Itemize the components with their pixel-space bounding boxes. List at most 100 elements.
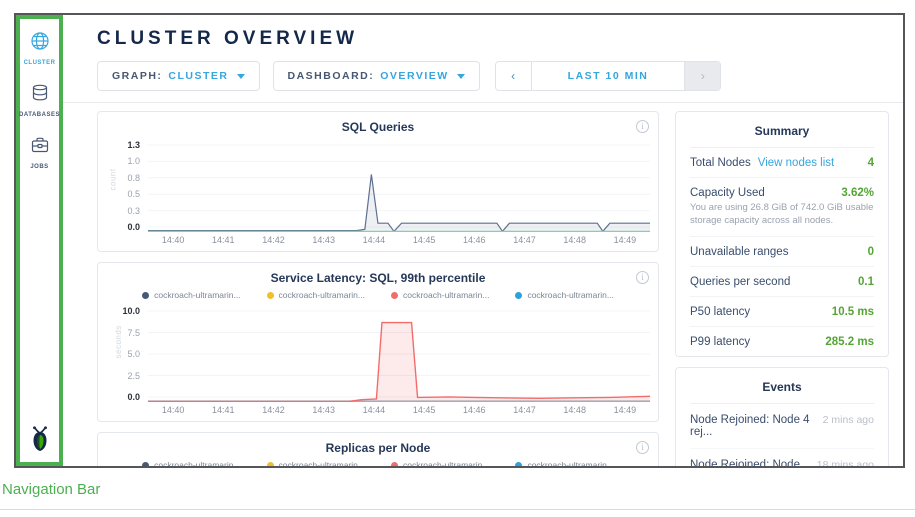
- right-column: Summary Total Nodes View nodes list 4 Ca…: [675, 111, 889, 466]
- legend-item[interactable]: cockroach-ultramarin...: [142, 460, 240, 466]
- sidebar-item-label: DATABASES: [19, 112, 60, 118]
- x-axis: 14:4014:4114:4214:4314:4414:4514:4614:47…: [148, 232, 650, 247]
- legend-dot-icon: [391, 292, 398, 299]
- x-tick-label: 14:46: [463, 235, 486, 245]
- p99-latency-value: 285.2 ms: [825, 336, 874, 348]
- info-icon[interactable]: i: [636, 120, 649, 133]
- x-tick-label: 14:40: [162, 405, 185, 415]
- x-tick-label: 14:47: [513, 405, 536, 415]
- legend-item[interactable]: cockroach-ultramarin...: [515, 290, 613, 300]
- legend-dot-icon: [142, 292, 149, 299]
- legend-item[interactable]: cockroach-ultramarin...: [267, 290, 365, 300]
- x-tick-label: 14:45: [413, 405, 436, 415]
- event-time: 2 mins ago: [823, 414, 874, 426]
- info-icon[interactable]: i: [636, 441, 649, 454]
- navigation-bar: CLUSTER DATABASES: [16, 15, 63, 466]
- unavailable-ranges-value: 0: [868, 246, 874, 258]
- p99-latency-label: P99 latency: [690, 336, 750, 348]
- chart-sql-queries: SQL Queriesicount1.31.00.80.50.30.014:40…: [97, 111, 659, 252]
- x-tick-label: 14:49: [614, 405, 637, 415]
- event-row[interactable]: Node Rejoined: Node 4 rej... 2 mins ago: [690, 404, 874, 449]
- legend-label: cockroach-ultramarin...: [527, 460, 613, 466]
- chart-title: Service Latency: SQL, 99th percentile: [106, 271, 650, 285]
- time-range-label[interactable]: LAST 10 MIN: [532, 62, 685, 90]
- x-tick-label: 14:40: [162, 235, 185, 245]
- legend-dot-icon: [391, 462, 398, 467]
- sidebar-item-databases[interactable]: DATABASES: [19, 83, 60, 118]
- capacity-subtext: You are using 26.8 GiB of 742.0 GiB usab…: [690, 202, 874, 228]
- x-tick-label: 14:42: [262, 405, 285, 415]
- y-axis: count1.31.00.80.50.30.0: [106, 140, 148, 232]
- legend-dot-icon: [267, 462, 274, 467]
- summary-row-qps: Queries per second 0.1: [690, 267, 874, 297]
- legend-item[interactable]: cockroach-ultramarin...: [267, 460, 365, 466]
- x-tick-label: 14:49: [614, 235, 637, 245]
- x-tick-label: 14:47: [513, 235, 536, 245]
- x-tick-label: 14:42: [262, 235, 285, 245]
- y-tick-label: 7.5: [127, 328, 140, 338]
- chart-service-latency: Service Latency: SQL, 99th percentilei co…: [97, 262, 659, 422]
- summary-row-p50: P50 latency 10.5 ms: [690, 297, 874, 327]
- y-axis-label: seconds: [114, 325, 123, 358]
- legend-item[interactable]: cockroach-ultramarin...: [391, 290, 489, 300]
- dashboard-dropdown[interactable]: DASHBOARD: OVERVIEW: [273, 61, 480, 91]
- legend-label: cockroach-ultramarin...: [279, 460, 365, 466]
- sidebar-item-cluster[interactable]: CLUSTER: [24, 31, 56, 66]
- event-text: Node Rejoined: Node 4 rej...: [690, 414, 815, 438]
- x-tick-label: 14:48: [563, 235, 586, 245]
- x-tick-label: 14:43: [312, 235, 335, 245]
- legend-label: cockroach-ultramarin...: [527, 290, 613, 300]
- bottom-divider: [0, 509, 915, 510]
- capacity-value: 3.62%: [841, 187, 874, 199]
- annotation-caption: Navigation Bar: [2, 481, 100, 498]
- summary-row-p99: P99 latency 285.2 ms: [690, 327, 874, 356]
- x-tick-label: 14:41: [212, 235, 235, 245]
- p50-latency-label: P50 latency: [690, 306, 750, 318]
- chart-title: SQL Queries: [106, 120, 650, 134]
- capacity-label: Capacity Used: [690, 187, 765, 199]
- event-time: 18 mins ago: [817, 459, 874, 466]
- y-axis: seconds10.07.55.02.50.0: [106, 306, 148, 402]
- plot-area[interactable]: [148, 306, 650, 402]
- legend-item[interactable]: cockroach-ultramarin...: [391, 460, 489, 466]
- legend-label: cockroach-ultramarin...: [279, 290, 365, 300]
- briefcase-icon: [30, 135, 50, 160]
- x-tick-label: 14:44: [363, 405, 386, 415]
- y-tick-label: 1.3: [127, 140, 140, 150]
- x-tick-label: 14:41: [212, 405, 235, 415]
- events-title: Events: [690, 376, 874, 404]
- time-range-selector: ‹ LAST 10 MIN ›: [495, 61, 722, 91]
- unavailable-ranges-label: Unavailable ranges: [690, 246, 788, 258]
- chart-title: Replicas per Node: [106, 441, 650, 455]
- y-tick-label: 10.0: [122, 306, 140, 316]
- controls-row: GRAPH: CLUSTER DASHBOARD: OVERVIEW ‹ LAS…: [97, 61, 903, 91]
- legend-dot-icon: [515, 292, 522, 299]
- x-tick-label: 14:48: [563, 405, 586, 415]
- y-tick-label: 0.3: [127, 206, 140, 216]
- event-row[interactable]: Node Rejoined: Node 3 rej... 18 mins ago: [690, 449, 874, 466]
- sidebar-item-label: JOBS: [30, 164, 48, 170]
- main-content: CLUSTER OVERVIEW GRAPH: CLUSTER DASHBOAR…: [63, 15, 903, 466]
- legend-label: cockroach-ultramarin...: [403, 290, 489, 300]
- legend-item[interactable]: cockroach-ultramarin...: [515, 460, 613, 466]
- events-panel: Events Node Rejoined: Node 4 rej... 2 mi…: [675, 367, 889, 466]
- qps-label: Queries per second: [690, 276, 790, 288]
- time-prev-button[interactable]: ‹: [496, 62, 532, 90]
- chevron-down-icon: [237, 74, 245, 79]
- cockroach-bug-icon[interactable]: [27, 425, 53, 458]
- legend-label: cockroach-ultramarin...: [154, 460, 240, 466]
- sidebar-item-jobs[interactable]: JOBS: [30, 135, 50, 170]
- legend-label: cockroach-ultramarin...: [403, 460, 489, 466]
- charts-column: SQL Queriesicount1.31.00.80.50.30.014:40…: [97, 111, 659, 466]
- y-axis-label: count: [109, 168, 118, 190]
- x-tick-label: 14:45: [413, 235, 436, 245]
- y-tick-label: 2.5: [127, 371, 140, 381]
- time-next-button[interactable]: ›: [684, 62, 720, 90]
- legend-dot-icon: [142, 462, 149, 467]
- info-icon[interactable]: i: [636, 271, 649, 284]
- legend-item[interactable]: cockroach-ultramarin...: [142, 290, 240, 300]
- graph-dropdown[interactable]: GRAPH: CLUSTER: [97, 61, 260, 91]
- view-nodes-list-link[interactable]: View nodes list: [758, 157, 835, 169]
- plot-area[interactable]: [148, 140, 650, 232]
- databases-icon: [30, 83, 50, 108]
